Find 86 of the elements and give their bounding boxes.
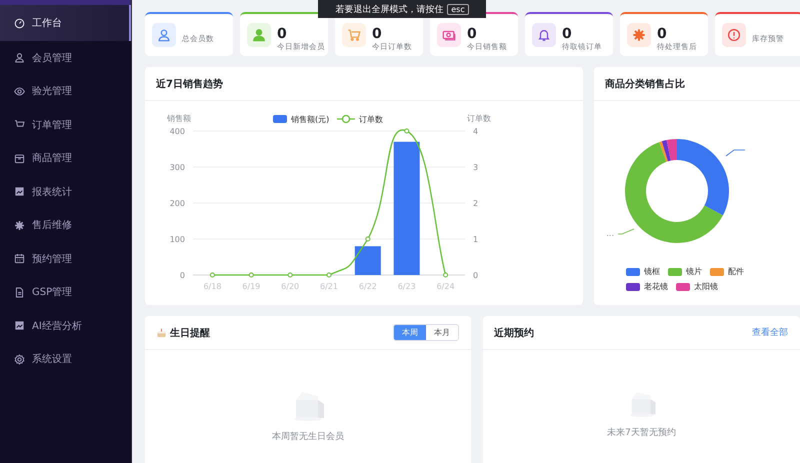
axis-tick: 2 [473, 199, 478, 208]
axis-tick: 100 [170, 235, 185, 244]
legend-swatch [626, 268, 640, 276]
notice-text: 若要退出全屏模式，请按住 [335, 4, 444, 16]
card-title: 生日提醒 [156, 326, 210, 340]
line-point [443, 272, 448, 278]
axis-label: 6/21 [320, 282, 338, 291]
line-point [365, 236, 370, 242]
legend-label: 镜片 [686, 266, 702, 277]
axis-title: 销售额 [167, 114, 191, 123]
stat-value: 0 [372, 26, 383, 42]
legend-line-icon [337, 114, 355, 124]
axis-label: 6/20 [281, 282, 300, 291]
legend-label: 老花镜 [644, 281, 668, 292]
chart-icon [14, 320, 25, 332]
axis-tick: 300 [170, 163, 185, 172]
line-point [404, 128, 410, 134]
nav-item[interactable]: 系统设置 [0, 342, 131, 376]
card-title: 商品分类销售占比 [605, 77, 685, 90]
empty-message: 未来7天暂无预约 [607, 426, 676, 439]
axis-label: 6/22 [358, 282, 377, 291]
money-icon [442, 28, 456, 42]
line-point [288, 272, 293, 278]
bell-icon [537, 28, 551, 42]
cake-icon [156, 327, 167, 338]
legend-label: 销售额(元) [291, 115, 330, 124]
nav-item[interactable]: AI经营分析 [0, 309, 131, 342]
legend-swatch [273, 115, 287, 123]
axis-label: 6/18 [203, 282, 222, 291]
nav-item[interactable]: 报表统计 [0, 175, 131, 208]
nav-item[interactable]: 会员管理 [0, 41, 131, 74]
alert-icon [727, 28, 741, 42]
axis-tick: 4 [473, 127, 478, 136]
nav-item[interactable]: 验光管理 [0, 74, 131, 108]
empty-message: 本周暂无生日会员 [272, 430, 344, 443]
axis-tick: 1 [473, 235, 478, 244]
axis-tick: 400 [170, 127, 185, 136]
axis-tick: 200 [170, 199, 185, 208]
doc-icon [14, 286, 25, 298]
gear-icon [14, 220, 25, 231]
leader-line [618, 228, 634, 234]
nav-item[interactable]: 预约管理 [0, 242, 131, 276]
legend-label: 配件 [728, 266, 744, 277]
cog-icon [14, 354, 25, 365]
legend-label: 订单数 [359, 115, 383, 124]
nav-item[interactable]: 售后维修 [0, 208, 131, 242]
legend-label: 太阳镜 [694, 281, 718, 292]
legend-swatch [676, 282, 690, 290]
axis-tick: 0 [473, 271, 478, 280]
axis-title: 订单数 [467, 114, 491, 123]
line-point [248, 272, 254, 278]
nav-item[interactable]: GSP管理 [0, 276, 131, 309]
axis-label: 6/19 [242, 282, 260, 291]
nav-item[interactable]: 商品管理 [0, 142, 131, 175]
legend-swatch [710, 268, 724, 276]
nav-item[interactable]: 工作台 [0, 5, 131, 41]
leader-line [726, 150, 746, 156]
cart-icon [347, 28, 361, 42]
gear-icon [632, 28, 646, 42]
box-icon [14, 152, 25, 164]
stat-value: 0 [657, 26, 668, 42]
card-title: 近7日销售趋势 [156, 78, 223, 90]
legend-swatch [668, 268, 682, 276]
nav-item[interactable]: 订单管理 [0, 108, 131, 142]
calendar-icon [14, 253, 25, 264]
dial-icon [14, 18, 25, 28]
line-point [210, 272, 215, 278]
axis-tick: 0 [180, 271, 185, 280]
stat-value: 0 [562, 26, 573, 42]
eye-icon [14, 86, 25, 97]
legend-swatch [626, 282, 640, 290]
key-label: esc [447, 4, 469, 14]
chart-icon [14, 186, 25, 198]
bar [354, 246, 381, 275]
line-point [326, 272, 332, 278]
axis-label: 6/23 [398, 282, 416, 291]
person-icon [14, 52, 25, 64]
slice-label: ... [606, 229, 614, 238]
legend-label: 镜框 [644, 266, 660, 277]
axis-label: 6/24 [436, 282, 455, 291]
person-icon [157, 28, 171, 42]
person-fill-icon [252, 28, 266, 42]
axis-tick: 3 [473, 163, 478, 172]
card-title: 近期预约 [494, 326, 534, 340]
stat-value: 0 [277, 26, 288, 42]
stat-value: 0 [467, 26, 478, 42]
